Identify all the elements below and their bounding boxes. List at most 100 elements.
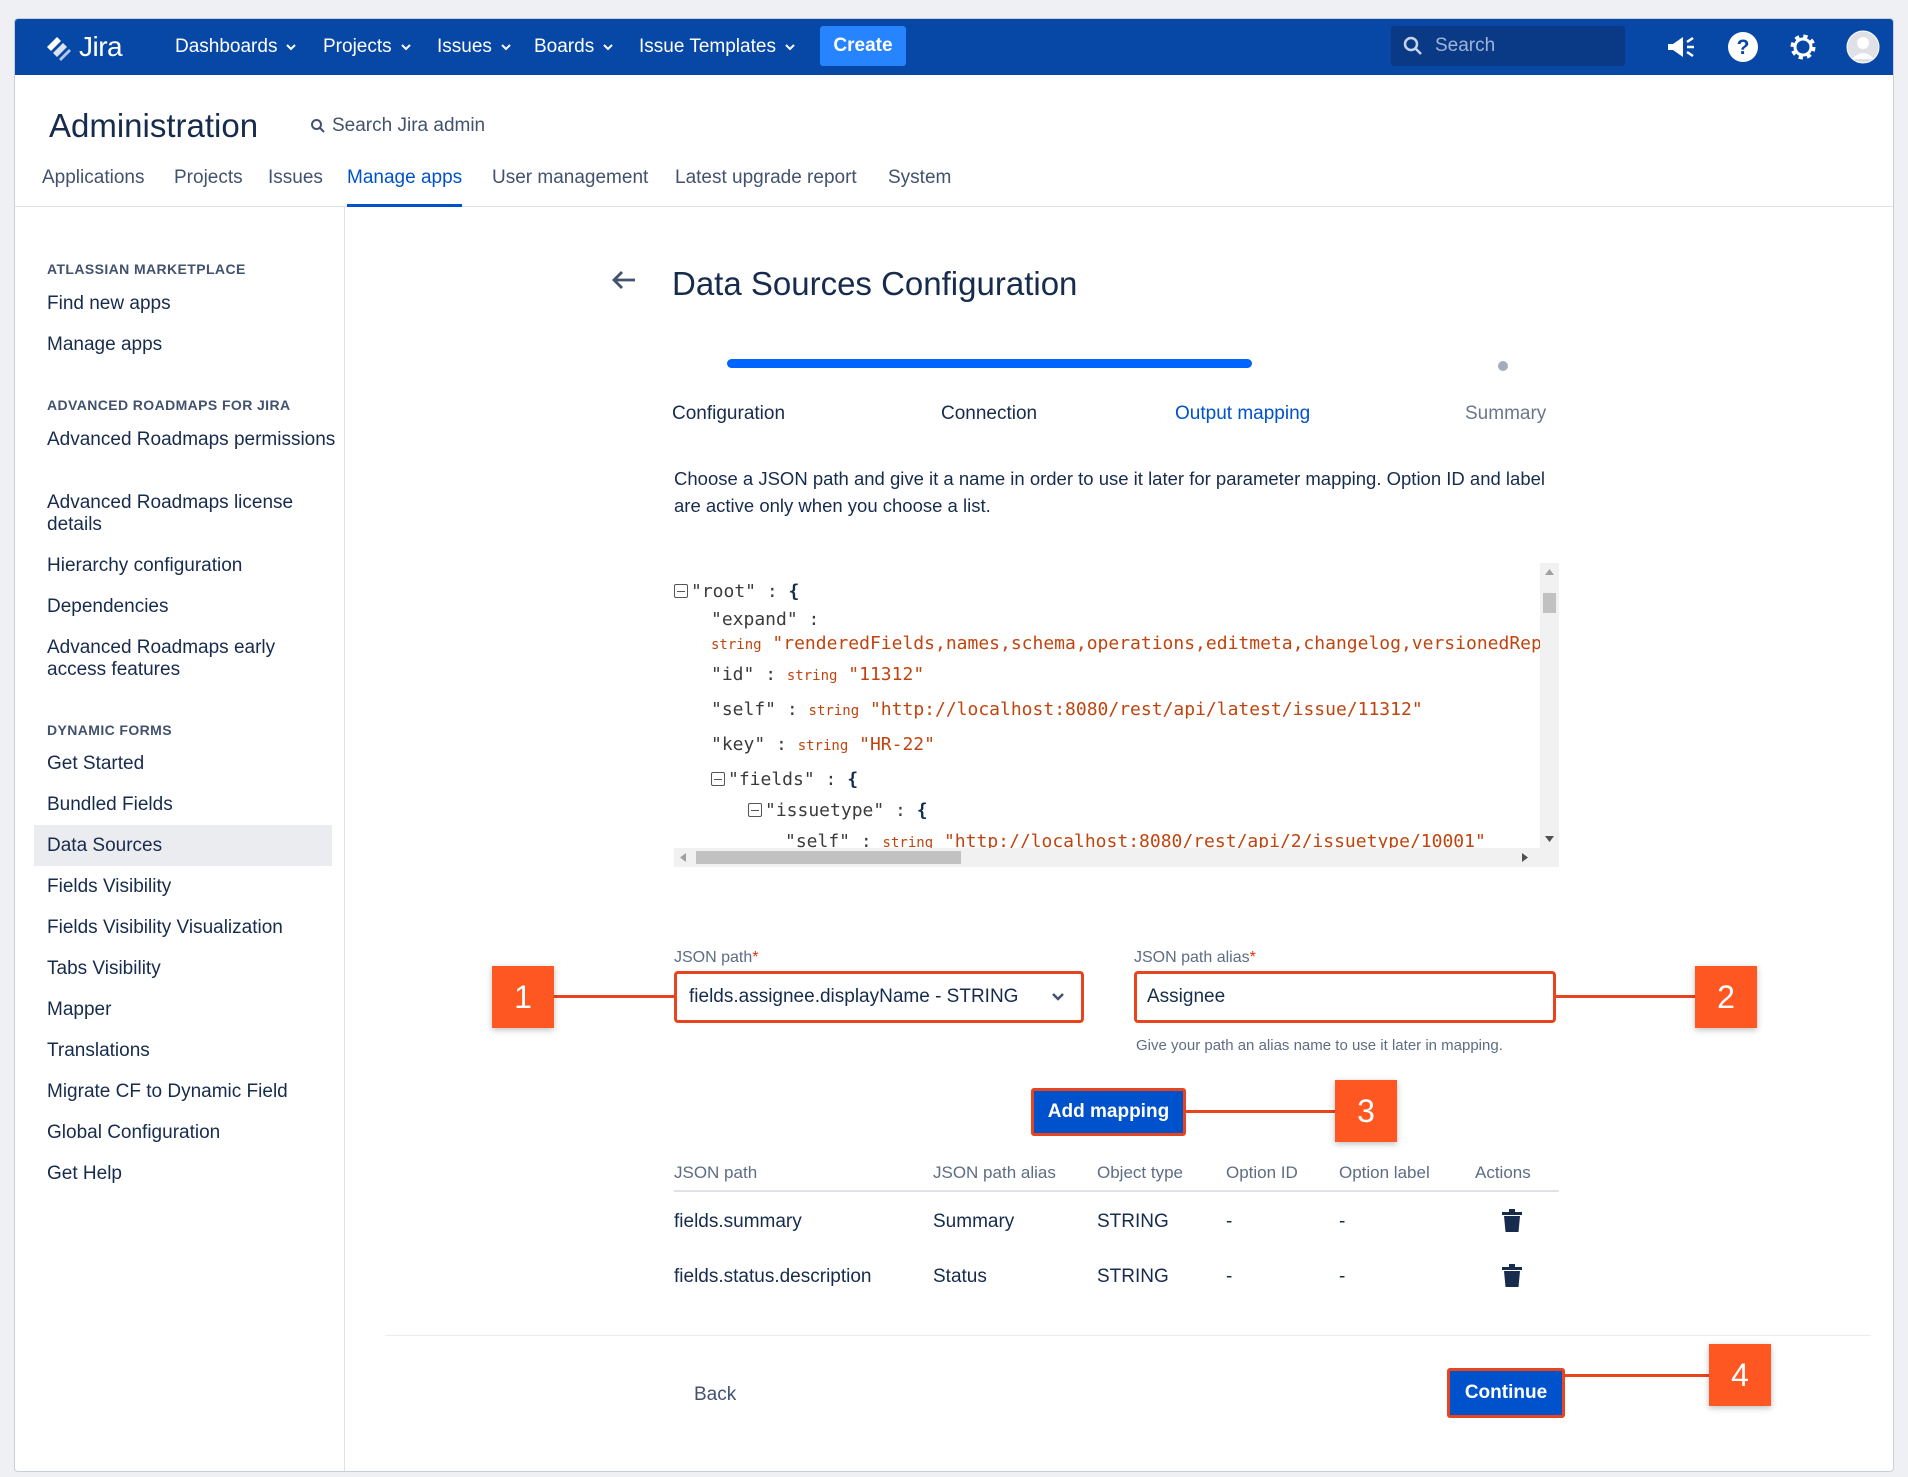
sidebar-item-find-new-apps[interactable]: Find new apps	[47, 293, 337, 315]
sidebar-item-ar-permissions[interactable]: Advanced Roadmaps permissions	[47, 429, 337, 451]
json-horizontal-scrollbar[interactable]	[674, 848, 1559, 867]
cell-json-path: fields.status.description	[674, 1266, 872, 1287]
jira-logo-icon	[47, 37, 71, 61]
step-configuration[interactable]: Configuration	[672, 403, 785, 425]
sidebar-item-hierarchy[interactable]: Hierarchy configuration	[47, 555, 337, 577]
callout-connector	[1565, 1374, 1710, 1377]
step-output-mapping[interactable]: Output mapping	[1175, 403, 1310, 425]
create-button[interactable]: Create	[820, 26, 906, 66]
delete-trash-icon[interactable]	[1501, 1264, 1523, 1288]
sidebar-heading: ADVANCED ROADMAPS FOR JIRA	[47, 397, 291, 413]
scroll-down-arrow-icon[interactable]	[1545, 836, 1554, 842]
required-mark: *	[752, 949, 759, 966]
json-brace: {	[916, 800, 928, 821]
sidebar-item-get-help[interactable]: Get Help	[47, 1163, 337, 1185]
search-input[interactable]: Search	[1391, 26, 1625, 66]
sidebar-item-translations[interactable]: Translations	[47, 1040, 337, 1062]
scroll-right-arrow-icon[interactable]	[1522, 853, 1528, 862]
user-avatar[interactable]	[1845, 29, 1881, 65]
sidebar-item-mapper[interactable]: Mapper	[47, 999, 337, 1021]
sidebar-item-ar-early-access[interactable]: Advanced Roadmaps early access features	[47, 637, 337, 681]
scroll-left-arrow-icon[interactable]	[680, 853, 686, 862]
json-line[interactable]: "self" : string "http://localhost:8080/r…	[785, 831, 1486, 848]
sidebar-item-manage-apps[interactable]: Manage apps	[47, 334, 337, 356]
app-window: Jira Dashboards Projects Issues Boards I…	[14, 18, 1894, 1472]
json-line[interactable]: "self" : string "http://localhost:8080/r…	[711, 699, 1423, 720]
callout-badge: 3	[1335, 1080, 1397, 1142]
nav-issues[interactable]: Issues	[437, 19, 512, 75]
sidebar-item-tabs-visibility[interactable]: Tabs Visibility	[47, 958, 337, 980]
nav-boards[interactable]: Boards	[534, 19, 614, 75]
notifications-megaphone-icon[interactable]	[1663, 29, 1699, 65]
collapse-toggle-icon[interactable]	[711, 772, 725, 786]
json-sep: :	[756, 581, 789, 602]
tab-applications[interactable]: Applications	[42, 167, 144, 207]
cell-object-type: STRING	[1097, 1266, 1169, 1287]
column-header-json-path: JSON path	[674, 1163, 758, 1182]
json-key: "self"	[785, 831, 851, 848]
json-value: "http://localhost:8080/rest/api/latest/i…	[869, 699, 1423, 720]
required-mark: *	[1249, 949, 1256, 966]
collapse-toggle-icon[interactable]	[674, 584, 688, 598]
json-sep: :	[814, 769, 848, 790]
sidebar-heading: ATLASSIAN MARKETPLACE	[47, 261, 246, 277]
tab-projects[interactable]: Projects	[174, 167, 243, 207]
step-connection[interactable]: Connection	[941, 403, 1037, 425]
delete-trash-icon[interactable]	[1501, 1209, 1523, 1233]
callout-connector	[1186, 1110, 1336, 1113]
horizontal-scroll-thumb[interactable]	[696, 851, 961, 864]
admin-search-link[interactable]: Search Jira admin	[310, 115, 485, 137]
vertical-scroll-thumb[interactable]	[1543, 593, 1556, 613]
nav-dashboards[interactable]: Dashboards	[175, 19, 297, 75]
tab-system[interactable]: System	[888, 167, 951, 207]
sidebar-item-ar-license[interactable]: Advanced Roadmaps license details	[47, 492, 337, 536]
sidebar-item-global-configuration[interactable]: Global Configuration	[47, 1122, 337, 1144]
nav-label: Boards	[534, 36, 595, 57]
json-sep: :	[884, 800, 917, 821]
tab-issues[interactable]: Issues	[268, 167, 323, 207]
back-button[interactable]: Back	[694, 1384, 736, 1406]
json-line[interactable]: "expand" :	[711, 609, 819, 630]
json-value: "HR-22"	[859, 734, 935, 755]
tab-latest-upgrade-report[interactable]: Latest upgrade report	[675, 167, 857, 207]
json-key: "issuetype"	[765, 800, 885, 821]
cell-option-id: -	[1226, 1211, 1233, 1232]
nav-issue-templates[interactable]: Issue Templates	[639, 19, 796, 75]
sidebar-item-get-started[interactable]: Get Started	[47, 753, 337, 775]
sidebar-item-data-sources[interactable]: Data Sources	[34, 825, 332, 866]
callout-connector	[554, 995, 674, 998]
json-tree-viewer[interactable]: "root" : { "expand" : string "renderedFi…	[674, 563, 1559, 848]
continue-button[interactable]: Continue	[1447, 1368, 1565, 1418]
add-mapping-button[interactable]: Add mapping	[1031, 1088, 1186, 1136]
search-icon	[311, 119, 325, 133]
json-line[interactable]: "id" : string "11312"	[711, 664, 924, 685]
back-arrow-icon[interactable]	[611, 269, 637, 296]
scroll-up-arrow-icon[interactable]	[1545, 569, 1554, 575]
help-icon[interactable]: ?	[1725, 29, 1761, 65]
json-type: string	[711, 637, 762, 653]
footer-divider	[385, 1335, 1871, 1336]
sidebar-item-migrate-cf[interactable]: Migrate CF to Dynamic Field	[47, 1081, 337, 1103]
json-line[interactable]: string "renderedFields,names,schema,oper…	[711, 633, 1553, 654]
tab-manage-apps[interactable]: Manage apps	[347, 167, 463, 207]
collapse-toggle-icon[interactable]	[748, 803, 762, 817]
nav-projects[interactable]: Projects	[323, 19, 412, 75]
json-path-select[interactable]: fields.assignee.displayName - STRING	[674, 971, 1084, 1023]
sidebar-item-fields-visibility[interactable]: Fields Visibility	[47, 876, 337, 898]
json-line[interactable]: "key" : string "HR-22"	[711, 734, 935, 755]
settings-gear-icon[interactable]	[1785, 29, 1821, 65]
json-vertical-scrollbar[interactable]	[1540, 563, 1559, 848]
sidebar-item-dependencies[interactable]: Dependencies	[47, 596, 337, 618]
json-line[interactable]: "issuetype" : {	[748, 800, 928, 821]
json-line[interactable]: "fields" : {	[711, 769, 858, 790]
json-path-alias-input[interactable]: Assignee	[1134, 971, 1556, 1023]
sidebar-item-fields-visibility-visualization[interactable]: Fields Visibility Visualization	[47, 917, 337, 939]
json-type: string	[797, 738, 849, 754]
sidebar-item-bundled-fields[interactable]: Bundled Fields	[47, 794, 337, 816]
tab-user-management[interactable]: User management	[492, 167, 648, 207]
json-value: "renderedFields,names,schema,operations,…	[772, 633, 1553, 654]
json-line[interactable]: "root" : {	[674, 581, 799, 602]
table-header-divider	[674, 1190, 1559, 1192]
json-value: "11312"	[848, 664, 925, 685]
jira-logo[interactable]: Jira	[43, 29, 123, 65]
